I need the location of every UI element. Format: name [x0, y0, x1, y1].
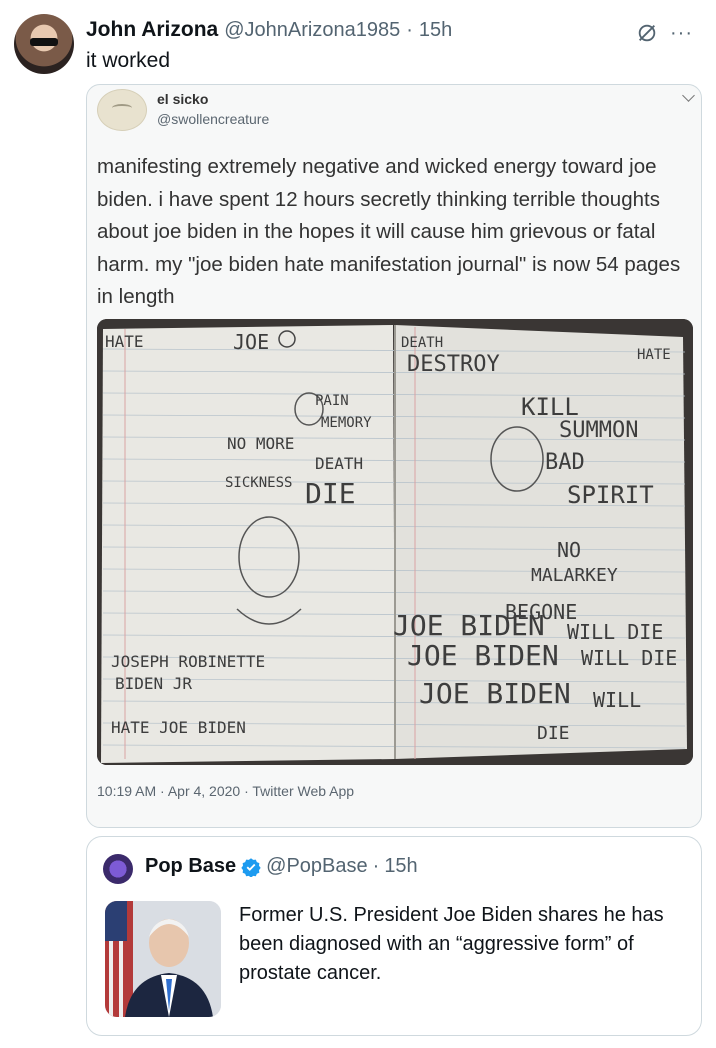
journal-word: NO — [557, 538, 581, 562]
quote-avatar[interactable] — [103, 854, 133, 884]
journal-word: HATE — [105, 332, 144, 351]
journal-word: HATE JOE BIDEN — [111, 718, 246, 737]
journal-word: DEATH — [315, 454, 363, 473]
post-header: John Arizona @JohnArizona1985 · 15h — [86, 18, 452, 44]
chevron-down-icon — [682, 89, 695, 102]
author-avatar[interactable] — [14, 14, 74, 74]
quote-thumbnail[interactable] — [105, 901, 221, 1017]
journal-word: MALARKEY — [531, 565, 618, 586]
embedded-name: el sicko — [157, 91, 209, 107]
journal-word: JOE — [233, 330, 269, 354]
quote-handle[interactable]: @PopBase — [266, 855, 367, 878]
journal-word: BAD — [545, 450, 585, 475]
journal-word: WILL — [593, 688, 641, 712]
journal-word: WILL DIE — [581, 646, 677, 670]
journal-word: NO MORE — [227, 434, 294, 453]
journal-word: SPIRIT — [567, 481, 654, 509]
journal-word: JOSEPH ROBINETTE — [111, 652, 265, 671]
journal-word: SICKNESS — [225, 475, 292, 491]
separator-dot: · — [372, 855, 380, 877]
embedded-meta: 10:19 AM · Apr 4, 2020 · Twitter Web App — [97, 783, 355, 799]
quoted-post-card[interactable]: Pop Base @PopBase · 15h Former U.S. Pres… — [86, 836, 702, 1036]
journal-word: HATE — [637, 347, 671, 363]
embedded-handle: @swollencreature — [157, 111, 270, 127]
quote-header: Pop Base @PopBase · 15h — [145, 855, 418, 878]
journal-word: DIE — [305, 477, 356, 510]
quote-text: Former U.S. President Joe Biden shares h… — [239, 904, 664, 984]
embedded-avatar — [97, 89, 147, 131]
journal-word: JOE BIDEN — [419, 677, 571, 710]
embedded-text: manifesting extremely negative and wicke… — [97, 155, 681, 308]
separator-dot: · — [406, 19, 413, 41]
journal-word: WILL DIE — [567, 620, 663, 644]
journal-word: KILL — [521, 393, 579, 421]
quote-display-name[interactable]: Pop Base — [145, 855, 236, 878]
journal-word: DESTROY — [407, 352, 500, 377]
post-timestamp[interactable]: 15h — [419, 19, 452, 42]
post-text: it worked — [86, 49, 171, 72]
embedded-tweet-image[interactable]: el sicko @swollencreature manifesting ex… — [86, 84, 702, 828]
journal-word: SUMMON — [559, 418, 638, 443]
more-options-icon[interactable]: ··· — [670, 22, 693, 45]
author-handle[interactable]: @JohnArizona1985 — [224, 19, 400, 42]
journal-word: PAIN — [315, 393, 349, 409]
journal-photo: HATE JOE NO MORE PAIN MEMORY DEATH SICKNESS DIE… — [97, 319, 693, 765]
journal-word: BIDEN JR — [115, 674, 192, 693]
journal-word: JOE BIDEN — [393, 609, 545, 642]
quote-timestamp[interactable]: 15h — [384, 855, 417, 878]
journal-word: DEATH — [401, 335, 443, 351]
author-display-name[interactable]: John Arizona — [86, 18, 218, 42]
grok-icon[interactable] — [636, 22, 658, 44]
journal-word: MEMORY — [321, 415, 372, 431]
verified-badge-icon — [241, 857, 261, 877]
journal-word: JOE BIDEN — [407, 639, 559, 672]
journal-word: DIE — [537, 723, 570, 744]
